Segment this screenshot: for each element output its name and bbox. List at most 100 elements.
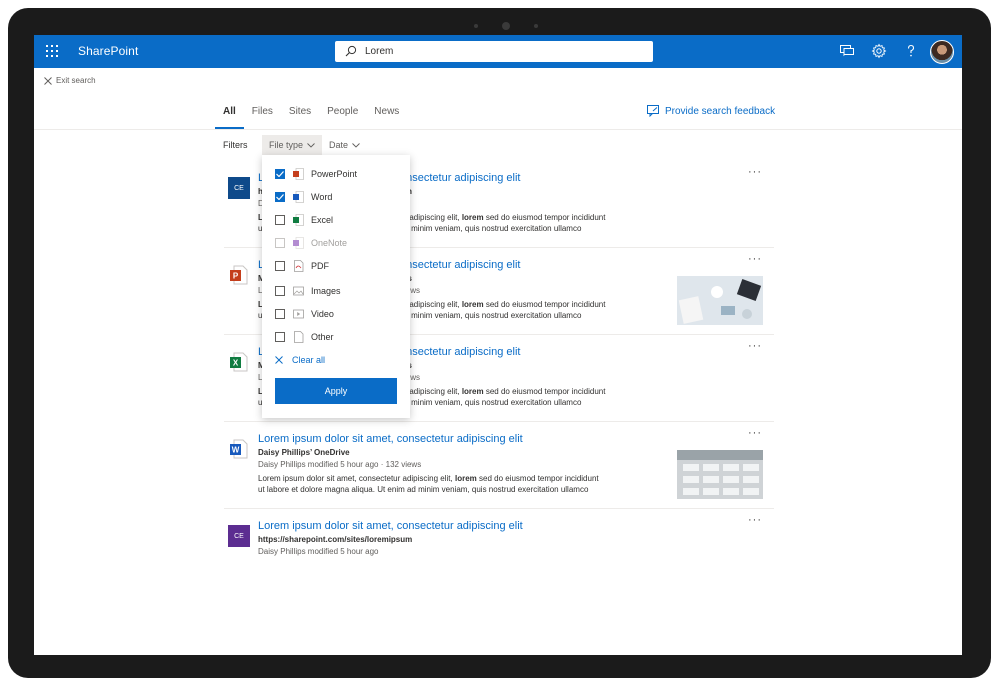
- result-title-tail[interactable]: onsectetur adipiscing elit: [400, 346, 520, 358]
- site-icon: CE: [228, 525, 250, 547]
- tab-sites[interactable]: Sites: [289, 106, 319, 128]
- feedback-label: Provide search feedback: [665, 105, 776, 117]
- option-label: PowerPoint: [311, 169, 358, 179]
- option-word[interactable]: Word: [275, 190, 332, 204]
- date-filter[interactable]: Date: [322, 135, 367, 155]
- image-icon: [293, 286, 304, 296]
- divider: [224, 421, 774, 422]
- checkbox[interactable]: [275, 286, 285, 296]
- result-title-tail[interactable]: onsectetur adipiscing elit: [400, 172, 520, 184]
- checkbox[interactable]: [275, 261, 285, 271]
- chevron-down-icon: [307, 142, 315, 148]
- divider: [34, 129, 962, 130]
- option-label: PDF: [311, 261, 329, 271]
- app-launcher-icon[interactable]: [46, 45, 58, 57]
- search-icon: [345, 45, 357, 57]
- option-label: Images: [311, 286, 341, 296]
- checkbox-checked[interactable]: [275, 192, 285, 202]
- result-thumbnail: [677, 450, 763, 499]
- gear-icon[interactable]: [871, 43, 887, 59]
- exit-search-label: Exit search: [56, 76, 96, 85]
- search-box[interactable]: [335, 41, 653, 62]
- tab-news[interactable]: News: [374, 106, 407, 128]
- more-options-button[interactable]: ···: [748, 166, 762, 178]
- result-title[interactable]: Lorem ipsum dolor sit amet, consectetur …: [258, 433, 523, 445]
- provide-feedback-link[interactable]: Provide search feedback: [647, 105, 775, 117]
- exit-search-button[interactable]: Exit search: [44, 76, 96, 85]
- svg-text:W: W: [232, 446, 240, 455]
- option-powerpoint[interactable]: PowerPoint: [275, 167, 357, 181]
- option-label: Video: [311, 309, 334, 319]
- pdf-icon: [294, 260, 304, 272]
- option-label: Excel: [311, 215, 334, 225]
- result-title-tail[interactable]: onsectetur adipiscing elit: [400, 259, 520, 271]
- close-icon: [275, 356, 283, 364]
- feedback-icon: [647, 105, 659, 117]
- more-options-button[interactable]: ···: [748, 427, 762, 439]
- option-label: Other: [311, 332, 334, 342]
- svg-text:P: P: [233, 272, 239, 281]
- powerpoint-icon: [293, 168, 304, 180]
- chat-feedback-icon[interactable]: [839, 43, 855, 59]
- suite-bar: SharePoint: [34, 35, 962, 68]
- option-images[interactable]: Images: [275, 284, 341, 298]
- option-excel[interactable]: Excel: [275, 213, 333, 227]
- tab-files[interactable]: Files: [252, 106, 281, 128]
- file-type-dropdown: PowerPoint Word Excel OneNote PDF Images: [262, 155, 410, 418]
- file-type-filter[interactable]: File type: [262, 135, 323, 155]
- clear-all-button[interactable]: Clear all: [275, 355, 325, 365]
- result-snippet-tail: ur adipiscing elit, lorem sed do eiusmod…: [400, 387, 606, 407]
- video-icon: [293, 309, 304, 319]
- checkbox-checked[interactable]: [275, 169, 285, 179]
- result-snippet-tail: ur adipiscing elit, lorem sed do eiusmod…: [400, 300, 606, 320]
- more-options-button[interactable]: ···: [748, 514, 762, 526]
- checkbox[interactable]: [275, 332, 285, 342]
- divider: [224, 508, 774, 509]
- more-options-button[interactable]: ···: [748, 253, 762, 265]
- vertical-tabs: All Files Sites People News: [215, 106, 415, 129]
- result-site: https://sharepoint.com/sites/loremipsum: [258, 535, 413, 544]
- result-title[interactable]: Lorem ipsum dolor sit amet, consectetur …: [258, 520, 523, 532]
- option-other[interactable]: Other: [275, 330, 334, 344]
- option-pdf[interactable]: PDF: [275, 259, 329, 273]
- result-meta: Daisy Phillips modified 5 hour ago: [258, 547, 379, 556]
- onenote-icon: [293, 237, 304, 249]
- tab-all[interactable]: All: [215, 106, 244, 129]
- checkbox[interactable]: [275, 309, 285, 319]
- app-title[interactable]: SharePoint: [78, 44, 138, 58]
- chevron-down-icon: [352, 142, 360, 148]
- site-icon: CE: [228, 177, 250, 199]
- apply-button[interactable]: Apply: [275, 378, 397, 404]
- file-type-filter-label: File type: [269, 140, 304, 150]
- tab-people[interactable]: People: [327, 106, 366, 128]
- more-options-button[interactable]: ···: [748, 340, 762, 352]
- camera-icon: [502, 22, 510, 30]
- avatar[interactable]: [930, 40, 954, 64]
- excel-icon: [293, 214, 304, 226]
- option-video[interactable]: Video: [275, 307, 334, 321]
- close-icon: [44, 76, 52, 85]
- word-icon: [293, 191, 304, 203]
- checkbox-disabled: [275, 238, 285, 248]
- screen: SharePoint Exit search: [34, 35, 962, 655]
- checkbox[interactable]: [275, 215, 285, 225]
- word-icon: W: [230, 439, 248, 459]
- powerpoint-icon: P: [230, 265, 248, 285]
- document-icon: [294, 331, 304, 343]
- sensor-dot: [534, 24, 538, 28]
- excel-icon: X: [230, 352, 248, 372]
- option-label: Word: [311, 192, 333, 202]
- search-input[interactable]: [365, 44, 635, 59]
- result-snippet: Lorem ipsum dolor sit amet, consectetur …: [258, 474, 599, 494]
- result-thumbnail: [677, 276, 763, 325]
- sensor-dot: [474, 24, 478, 28]
- date-filter-label: Date: [329, 140, 349, 150]
- clear-all-label: Clear all: [292, 355, 326, 365]
- option-onenote: OneNote: [275, 236, 347, 250]
- result-snippet-tail: ur adipiscing elit, lorem sed do eiusmod…: [400, 213, 606, 233]
- option-label: OneNote: [311, 238, 348, 248]
- help-icon[interactable]: [903, 43, 919, 59]
- svg-text:X: X: [233, 359, 239, 368]
- result-meta: Daisy Phillips modified 5 hour ago · 132…: [258, 460, 422, 469]
- result-site: Daisy Phillips’ OneDrive: [258, 448, 350, 457]
